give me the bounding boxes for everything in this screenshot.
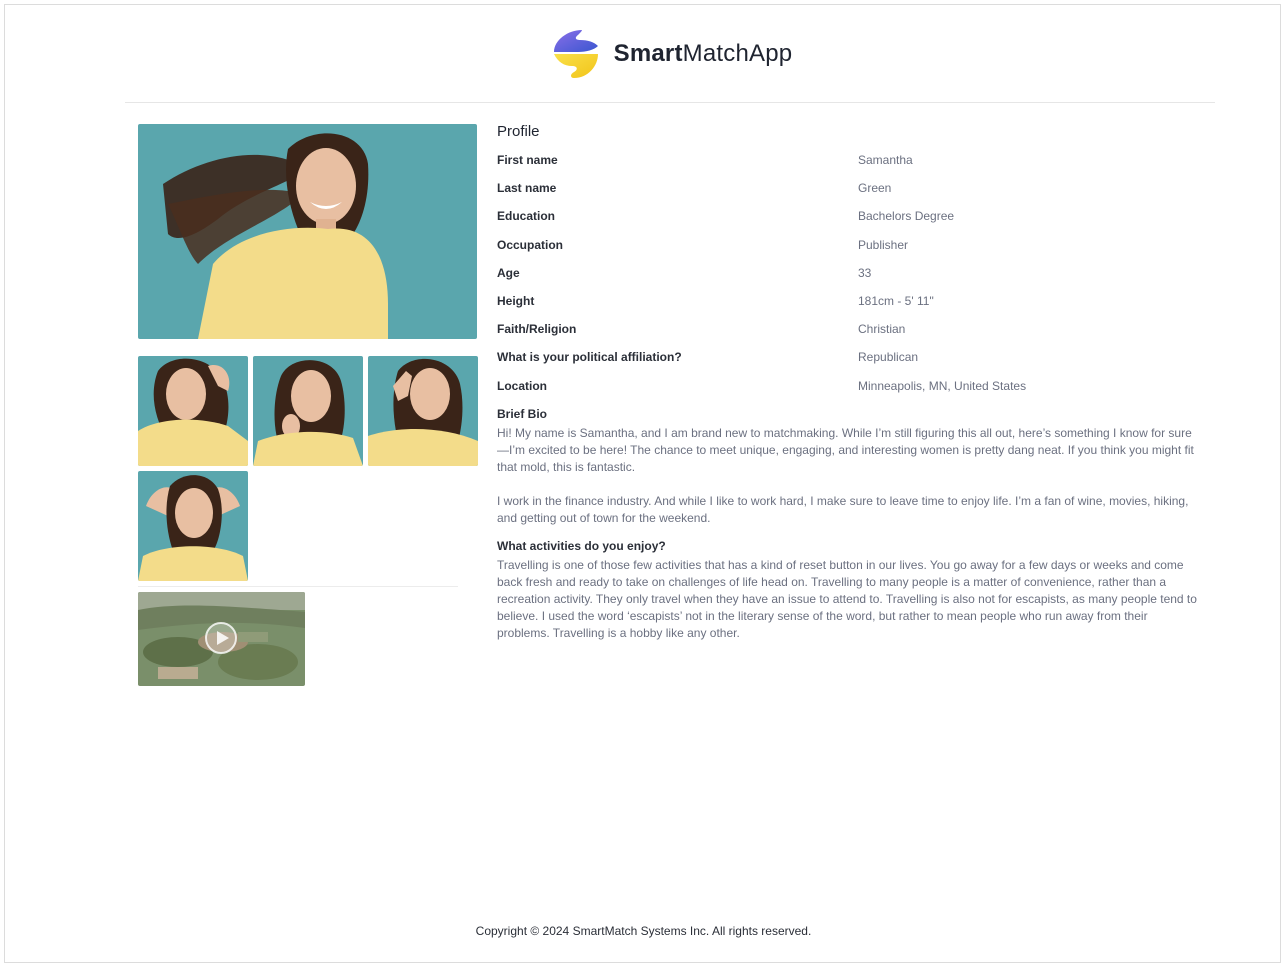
field-value: Bachelors Degree: [858, 209, 955, 224]
field-label: Location: [497, 378, 547, 393]
field-label: Age: [497, 265, 520, 280]
field-row-first-name: First name Samantha: [497, 146, 1197, 174]
field-value: Publisher: [858, 237, 909, 252]
play-icon[interactable]: [204, 621, 238, 655]
field-row-occupation: Occupation Publisher: [497, 231, 1197, 259]
brand-name-bold: Smart: [613, 39, 683, 67]
brand-name[interactable]: SmartMatchApp: [614, 40, 793, 68]
gallery-thumbnail[interactable]: [253, 356, 363, 466]
activities-title: What activities do you enjoy?: [497, 538, 666, 553]
footer-copyright: Copyright © 2024 SmartMatch Systems Inc.…: [475, 924, 812, 938]
field-row-last-name: Last name Green: [497, 174, 1197, 202]
header: SmartMatchApp: [125, 5, 1215, 103]
field-row-location: Location Minneapolis, MN, United States: [497, 372, 1197, 400]
profile-title: Profile: [497, 123, 540, 140]
page-frame: SmartMatchApp Profile First name Samanth…: [4, 4, 1281, 963]
field-row-age: Age 33: [497, 259, 1197, 287]
brand-name-light: MatchApp: [682, 39, 793, 67]
field-label: Occupation: [497, 237, 564, 252]
gallery-thumbnail[interactable]: [138, 356, 248, 466]
field-row-education: Education Bachelors Degree: [497, 202, 1197, 230]
bio-text: Hi! My name is Samantha, and I am brand …: [497, 425, 1194, 525]
field-label: Height: [497, 294, 535, 309]
video-thumbnail[interactable]: [138, 592, 305, 686]
activities-text: Travelling is one of those few activitie…: [497, 557, 1197, 640]
field-label: First name: [497, 153, 558, 168]
field-label: Faith/Religion: [497, 322, 577, 337]
field-label: Last name: [497, 181, 557, 196]
field-row-faith: Faith/Religion Christian: [497, 315, 1197, 343]
field-row-height: Height 181cm - 5' 11": [497, 287, 1197, 315]
gallery-thumbnail[interactable]: [368, 356, 478, 466]
field-label: What is your political affiliation?: [497, 350, 682, 365]
field-value: Minneapolis, MN, United States: [858, 378, 1027, 393]
field-value: Green: [858, 181, 892, 196]
smartmatch-logo-icon: [553, 29, 598, 78]
field-value: 33: [858, 265, 872, 280]
field-value: Republican: [858, 350, 919, 365]
field-label: Education: [497, 209, 556, 224]
field-value: Christian: [858, 322, 906, 337]
main-profile-photo[interactable]: [138, 124, 477, 339]
field-row-political-affiliation: What is your political affiliation? Repu…: [497, 343, 1197, 371]
field-value: Samantha: [858, 153, 913, 168]
field-value: 181cm - 5' 11": [858, 294, 934, 309]
profile-panel: Profile First name Samantha Last name Gr…: [497, 123, 1197, 642]
bio-title: Brief Bio: [497, 406, 548, 421]
gallery-thumbnail[interactable]: [138, 471, 248, 581]
gallery-divider: [138, 586, 458, 587]
